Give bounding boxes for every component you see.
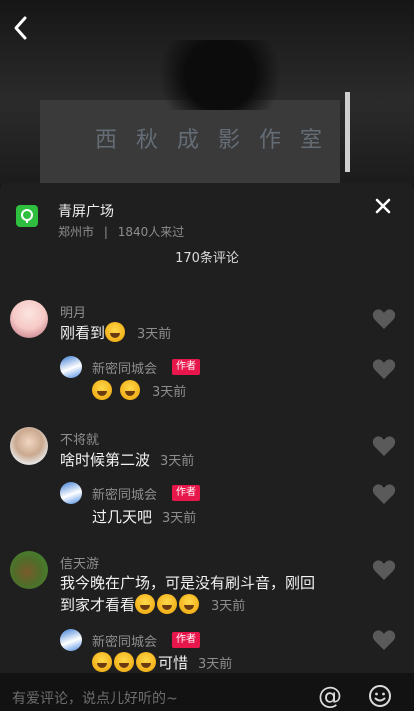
location-separator: | <box>103 225 108 239</box>
emoji-smile-icon[interactable] <box>368 684 392 708</box>
laughing-emoji-icon <box>120 380 140 400</box>
laughing-emoji-icon <box>92 380 112 400</box>
like-heart-icon[interactable] <box>372 435 396 457</box>
laughing-emoji-icon <box>179 594 200 614</box>
comment-author[interactable]: 信天游 <box>60 553 99 572</box>
comment-time: 3天前 <box>211 599 246 614</box>
laughing-emoji-icon <box>157 594 178 614</box>
reply-text-content: 过几天吧 <box>92 508 153 526</box>
chevron-left-icon[interactable] <box>10 14 32 42</box>
laughing-emoji-icon <box>136 652 156 672</box>
comment-time: 3天前 <box>137 327 172 342</box>
reply-author[interactable]: 新密同城会 <box>92 358 157 377</box>
reply-time: 3天前 <box>162 511 197 526</box>
location-header[interactable]: 青屏广场 郑州市 | 1840人来过 <box>16 201 316 241</box>
video-background: 西 秋 成 影 作 室 <box>0 0 414 185</box>
avatar[interactable] <box>60 356 82 378</box>
location-city: 郑州市 <box>58 225 95 239</box>
location-pin-icon <box>16 205 38 227</box>
comment-time: 3天前 <box>160 454 195 469</box>
reply-author[interactable]: 新密同城会 <box>92 484 157 503</box>
comment-text: 我今晚在广场，可是没有刷斗音，刚回 到家才看看 3天前 <box>60 572 315 618</box>
comment-panel: 青屏广场 郑州市 | 1840人来过 170条评论 明月 刚看到 3天前 新密同城… <box>0 183 414 711</box>
avatar[interactable] <box>10 551 48 589</box>
reply-text: 3天前 <box>92 380 186 404</box>
author-badge: 作者 <box>172 485 200 501</box>
comment-text: 刚看到 3天前 <box>60 322 171 346</box>
video-tree <box>140 40 300 110</box>
like-heart-icon[interactable] <box>372 559 396 581</box>
laughing-emoji-icon <box>114 652 134 672</box>
comments-count: 170条评论 <box>175 251 239 266</box>
reply-time: 3天前 <box>198 657 233 672</box>
comment-text-line1: 我今晚在广场，可是没有刷斗音，刚回 <box>60 574 316 592</box>
like-heart-icon[interactable] <box>372 483 396 505</box>
location-title: 青屏广场 <box>58 204 114 220</box>
like-heart-icon[interactable] <box>372 629 396 651</box>
comment-item[interactable]: 明月 刚看到 3天前 新密同城会 作者 3天前 <box>0 298 414 400</box>
comment-input[interactable]: 有爱评论，说点儿好听的~ <box>12 688 178 708</box>
like-heart-icon[interactable] <box>372 308 396 330</box>
comment-item[interactable]: 信天游 我今晚在广场，可是没有刷斗音，刚回 到家才看看 3天前 新密同城会 作者 … <box>0 549 414 679</box>
avatar[interactable] <box>60 482 82 504</box>
location-subtitle: 郑州市 | 1840人来过 <box>58 223 184 240</box>
laughing-emoji-icon <box>135 594 156 614</box>
avatar[interactable] <box>10 300 48 338</box>
comment-text-line2: 到家才看看 <box>60 596 136 614</box>
avatar[interactable] <box>60 629 82 651</box>
close-icon[interactable] <box>372 195 394 217</box>
author-badge: 作者 <box>172 359 200 375</box>
avatar[interactable] <box>10 427 48 465</box>
laughing-emoji-icon <box>105 322 126 342</box>
comment-text: 啥时候第二波 3天前 <box>60 449 194 473</box>
video-banner-text: 西 秋 成 影 作 室 <box>95 128 328 153</box>
location-visitors: 1840人来过 <box>117 225 185 239</box>
reply-author[interactable]: 新密同城会 <box>92 631 157 650</box>
reply-time: 3天前 <box>152 385 187 400</box>
mention-at-icon[interactable]: @ <box>318 682 342 710</box>
laughing-emoji-icon <box>92 652 112 672</box>
reply-text: 过几天吧 3天前 <box>92 506 196 530</box>
comment-text-content: 啥时候第二波 <box>60 451 151 469</box>
comment-item[interactable]: 不将就 啥时候第二波 3天前 新密同城会 作者 过几天吧 3天前 <box>0 425 414 526</box>
reply-text-content: 可惜 <box>158 654 189 672</box>
like-heart-icon[interactable] <box>372 358 396 380</box>
video-light <box>345 92 350 172</box>
comment-author[interactable]: 明月 <box>60 302 86 321</box>
comment-author[interactable]: 不将就 <box>60 429 99 448</box>
author-badge: 作者 <box>172 632 200 648</box>
comment-text-content: 刚看到 <box>60 324 106 342</box>
